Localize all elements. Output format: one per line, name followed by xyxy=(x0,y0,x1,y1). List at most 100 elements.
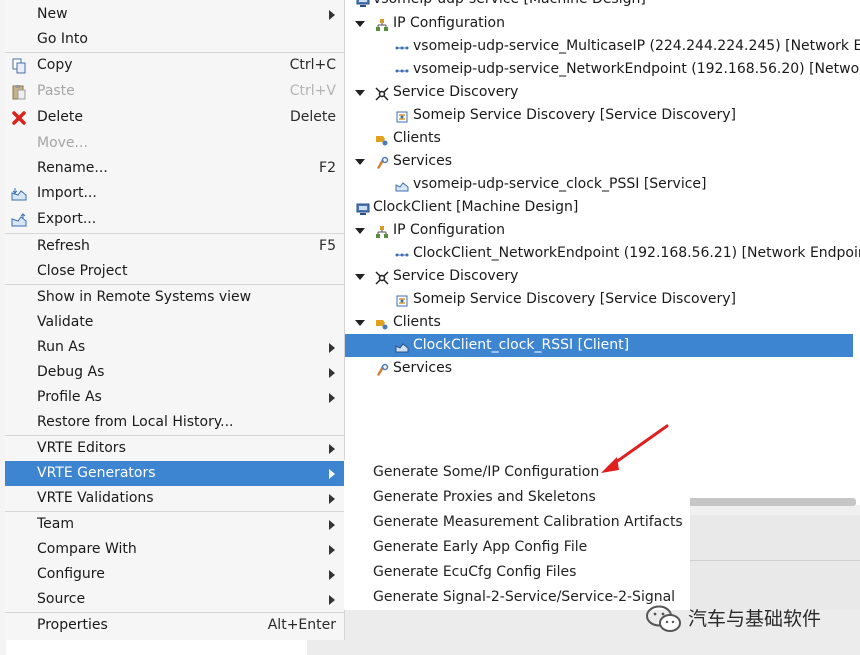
menu-item-team[interactable]: Team xyxy=(5,512,344,537)
tree-row-label: ClockClient_NetworkEndpoint (192.168.56.… xyxy=(413,245,860,261)
tree-row-label: Service Discovery xyxy=(393,268,519,284)
menu-item-close-project[interactable]: Close Project xyxy=(5,259,344,284)
tree-row[interactable]: ClockClient_clock_RSSI [Client] xyxy=(344,334,853,357)
tree-row-label: IP Configuration xyxy=(393,222,505,238)
menu-item-label: Delete xyxy=(37,109,83,125)
menu-item-run-as[interactable]: Run As xyxy=(5,335,344,360)
submenu-arrow-icon xyxy=(329,343,335,353)
menu-item-restore-from-local-history[interactable]: Restore from Local History... xyxy=(5,410,344,435)
tree-row-label: vsomeip-udp-service_clock_PSSI [Service] xyxy=(413,176,707,192)
menu-item-compare-with[interactable]: Compare With xyxy=(5,537,344,562)
vrte-generators-submenu: Generate Some/IP Configuration Generate P… xyxy=(344,460,690,610)
tree-row[interactable]: Someip Service Discovery [Service Discov… xyxy=(344,288,860,311)
menu-item-label: Validate xyxy=(37,314,94,330)
submenu-item[interactable]: Generate Some/IP Configuration xyxy=(373,460,599,485)
menu-item-label: Restore from Local History... xyxy=(37,414,234,430)
expand-chevron-icon[interactable] xyxy=(354,311,366,334)
menu-item-label: Rename... xyxy=(37,160,108,176)
menu-item-export[interactable]: Export... xyxy=(5,207,344,232)
ip-configuration-icon xyxy=(375,224,389,238)
menu-item-copy[interactable]: Copy Ctrl+C xyxy=(5,53,344,78)
submenu-arrow-icon xyxy=(329,570,335,580)
menu-item-import[interactable]: Import... xyxy=(5,181,344,206)
menu-item-label: VRTE Validations xyxy=(37,490,154,506)
menu-item-label: Properties xyxy=(37,617,108,633)
menu-item-delete[interactable]: Delete Delete xyxy=(5,105,344,130)
clients-icon xyxy=(375,132,389,146)
menu-item-label: New xyxy=(37,6,68,22)
submenu-item[interactable]: Generate Proxies and Skeletons xyxy=(373,485,596,510)
menu-item-label: VRTE Generators xyxy=(37,465,156,481)
submenu-arrow-icon xyxy=(329,520,335,530)
tree-row[interactable]: IP Configuration xyxy=(344,12,860,35)
menu-item-label: Compare With xyxy=(37,541,137,557)
submenu-item[interactable]: Generate Measurement Calibration Artifac… xyxy=(373,510,683,535)
menu-item-properties[interactable]: Properties Alt+Enter xyxy=(5,613,344,638)
tree-row-label: Service Discovery xyxy=(393,84,519,100)
menu-item-vrte-editors[interactable]: VRTE Editors xyxy=(5,436,344,461)
service-discovery-icon xyxy=(375,86,389,101)
tree-row-label: IP Configuration xyxy=(393,15,505,31)
menu-item-go-into[interactable]: Go Into xyxy=(5,27,344,52)
menu-item-label: Export... xyxy=(37,211,97,227)
menu-item-shortcut: Alt+Enter xyxy=(267,617,336,633)
tree-row[interactable]: IP Configuration xyxy=(344,219,860,242)
menu-item-label: Configure xyxy=(37,566,105,582)
services-icon xyxy=(375,155,389,169)
menu-item-shortcut: Ctrl+C xyxy=(289,57,336,73)
menu-item-shortcut: F2 xyxy=(319,160,336,176)
submenu-item[interactable]: Generate EcuCfg Config Files xyxy=(373,560,576,585)
submenu-arrow-icon xyxy=(329,368,335,378)
tree-row[interactable]: vsomeip-udp-service_MulticaseIP (224.244… xyxy=(344,35,860,58)
menu-item-rename[interactable]: Rename... F2 xyxy=(5,156,344,181)
tree-row[interactable]: Service Discovery xyxy=(344,81,860,104)
tree-row[interactable]: Service Discovery xyxy=(344,265,860,288)
menu-item-validate[interactable]: Validate xyxy=(5,310,344,335)
menu-item-profile-as[interactable]: Profile As xyxy=(5,385,344,410)
menu-item-configure[interactable]: Configure xyxy=(5,562,344,587)
expand-chevron-icon[interactable] xyxy=(354,219,366,242)
menu-item-vrte-generators[interactable]: VRTE Generators xyxy=(5,461,344,486)
menu-item-show-in-remote-systems-view[interactable]: Show in Remote Systems view xyxy=(5,285,344,310)
submenu-item[interactable]: Generate Signal-2-Service/Service-2-Sign… xyxy=(373,585,675,610)
tree-row[interactable]: vsomeip-udp-service [Machine Design] xyxy=(344,0,860,11)
tree-row[interactable]: ClockClient [Machine Design] xyxy=(344,196,860,219)
tree-row[interactable]: Services xyxy=(344,150,860,173)
tree-row[interactable]: Services xyxy=(344,357,860,380)
tree-row-label: vsomeip-udp-service [Machine Design] xyxy=(373,0,646,11)
tree-row-label: Someip Service Discovery [Service Discov… xyxy=(413,291,737,307)
menu-item-paste[interactable]: Paste Ctrl+V xyxy=(5,79,344,104)
tree-row[interactable]: vsomeip-udp-service_clock_PSSI [Service] xyxy=(344,173,860,196)
machine-design-icon xyxy=(356,201,370,215)
annotation-arrow-icon xyxy=(601,424,669,473)
menu-item-source[interactable]: Source xyxy=(5,587,344,612)
network-endpoint-icon xyxy=(395,40,409,54)
tree-row-label: Services xyxy=(393,153,453,169)
machine-design-icon xyxy=(356,0,370,7)
tree-row[interactable]: Clients xyxy=(344,311,860,334)
tree-row[interactable]: vsomeip-udp-service_NetworkEndpoint (192… xyxy=(344,58,860,81)
service-discovery-icon xyxy=(375,270,389,285)
menu-item-move[interactable]: Move... xyxy=(5,131,344,156)
tree-horizontal-scrollbar[interactable] xyxy=(670,498,856,506)
expand-chevron-icon[interactable] xyxy=(354,12,366,35)
menu-item-vrte-validations[interactable]: VRTE Validations xyxy=(5,486,344,511)
menu-item-refresh[interactable]: Refresh F5 xyxy=(5,234,344,259)
submenu-arrow-icon xyxy=(329,469,335,479)
tree-row-label: ClockClient_clock_RSSI [Client] xyxy=(413,337,630,353)
submenu-item[interactable]: Generate Early App Config File xyxy=(373,535,587,560)
expand-chevron-icon[interactable] xyxy=(354,150,366,173)
someip-sd-icon xyxy=(395,293,409,307)
expand-chevron-icon[interactable] xyxy=(354,265,366,288)
tree-row[interactable]: Clients xyxy=(344,127,860,150)
network-endpoint-icon xyxy=(395,63,409,77)
menu-item-label: Debug As xyxy=(37,364,105,380)
menu-item-label: Profile As xyxy=(37,389,102,405)
tree-row[interactable]: ClockClient_NetworkEndpoint (192.168.56.… xyxy=(344,242,860,265)
menu-item-new[interactable]: New xyxy=(5,2,344,27)
tree-row[interactable]: Someip Service Discovery [Service Discov… xyxy=(344,104,860,127)
expand-chevron-icon[interactable] xyxy=(354,81,366,104)
menu-item-label: Source xyxy=(37,591,86,607)
menu-item-debug-as[interactable]: Debug As xyxy=(5,360,344,385)
paste-icon xyxy=(11,84,27,100)
